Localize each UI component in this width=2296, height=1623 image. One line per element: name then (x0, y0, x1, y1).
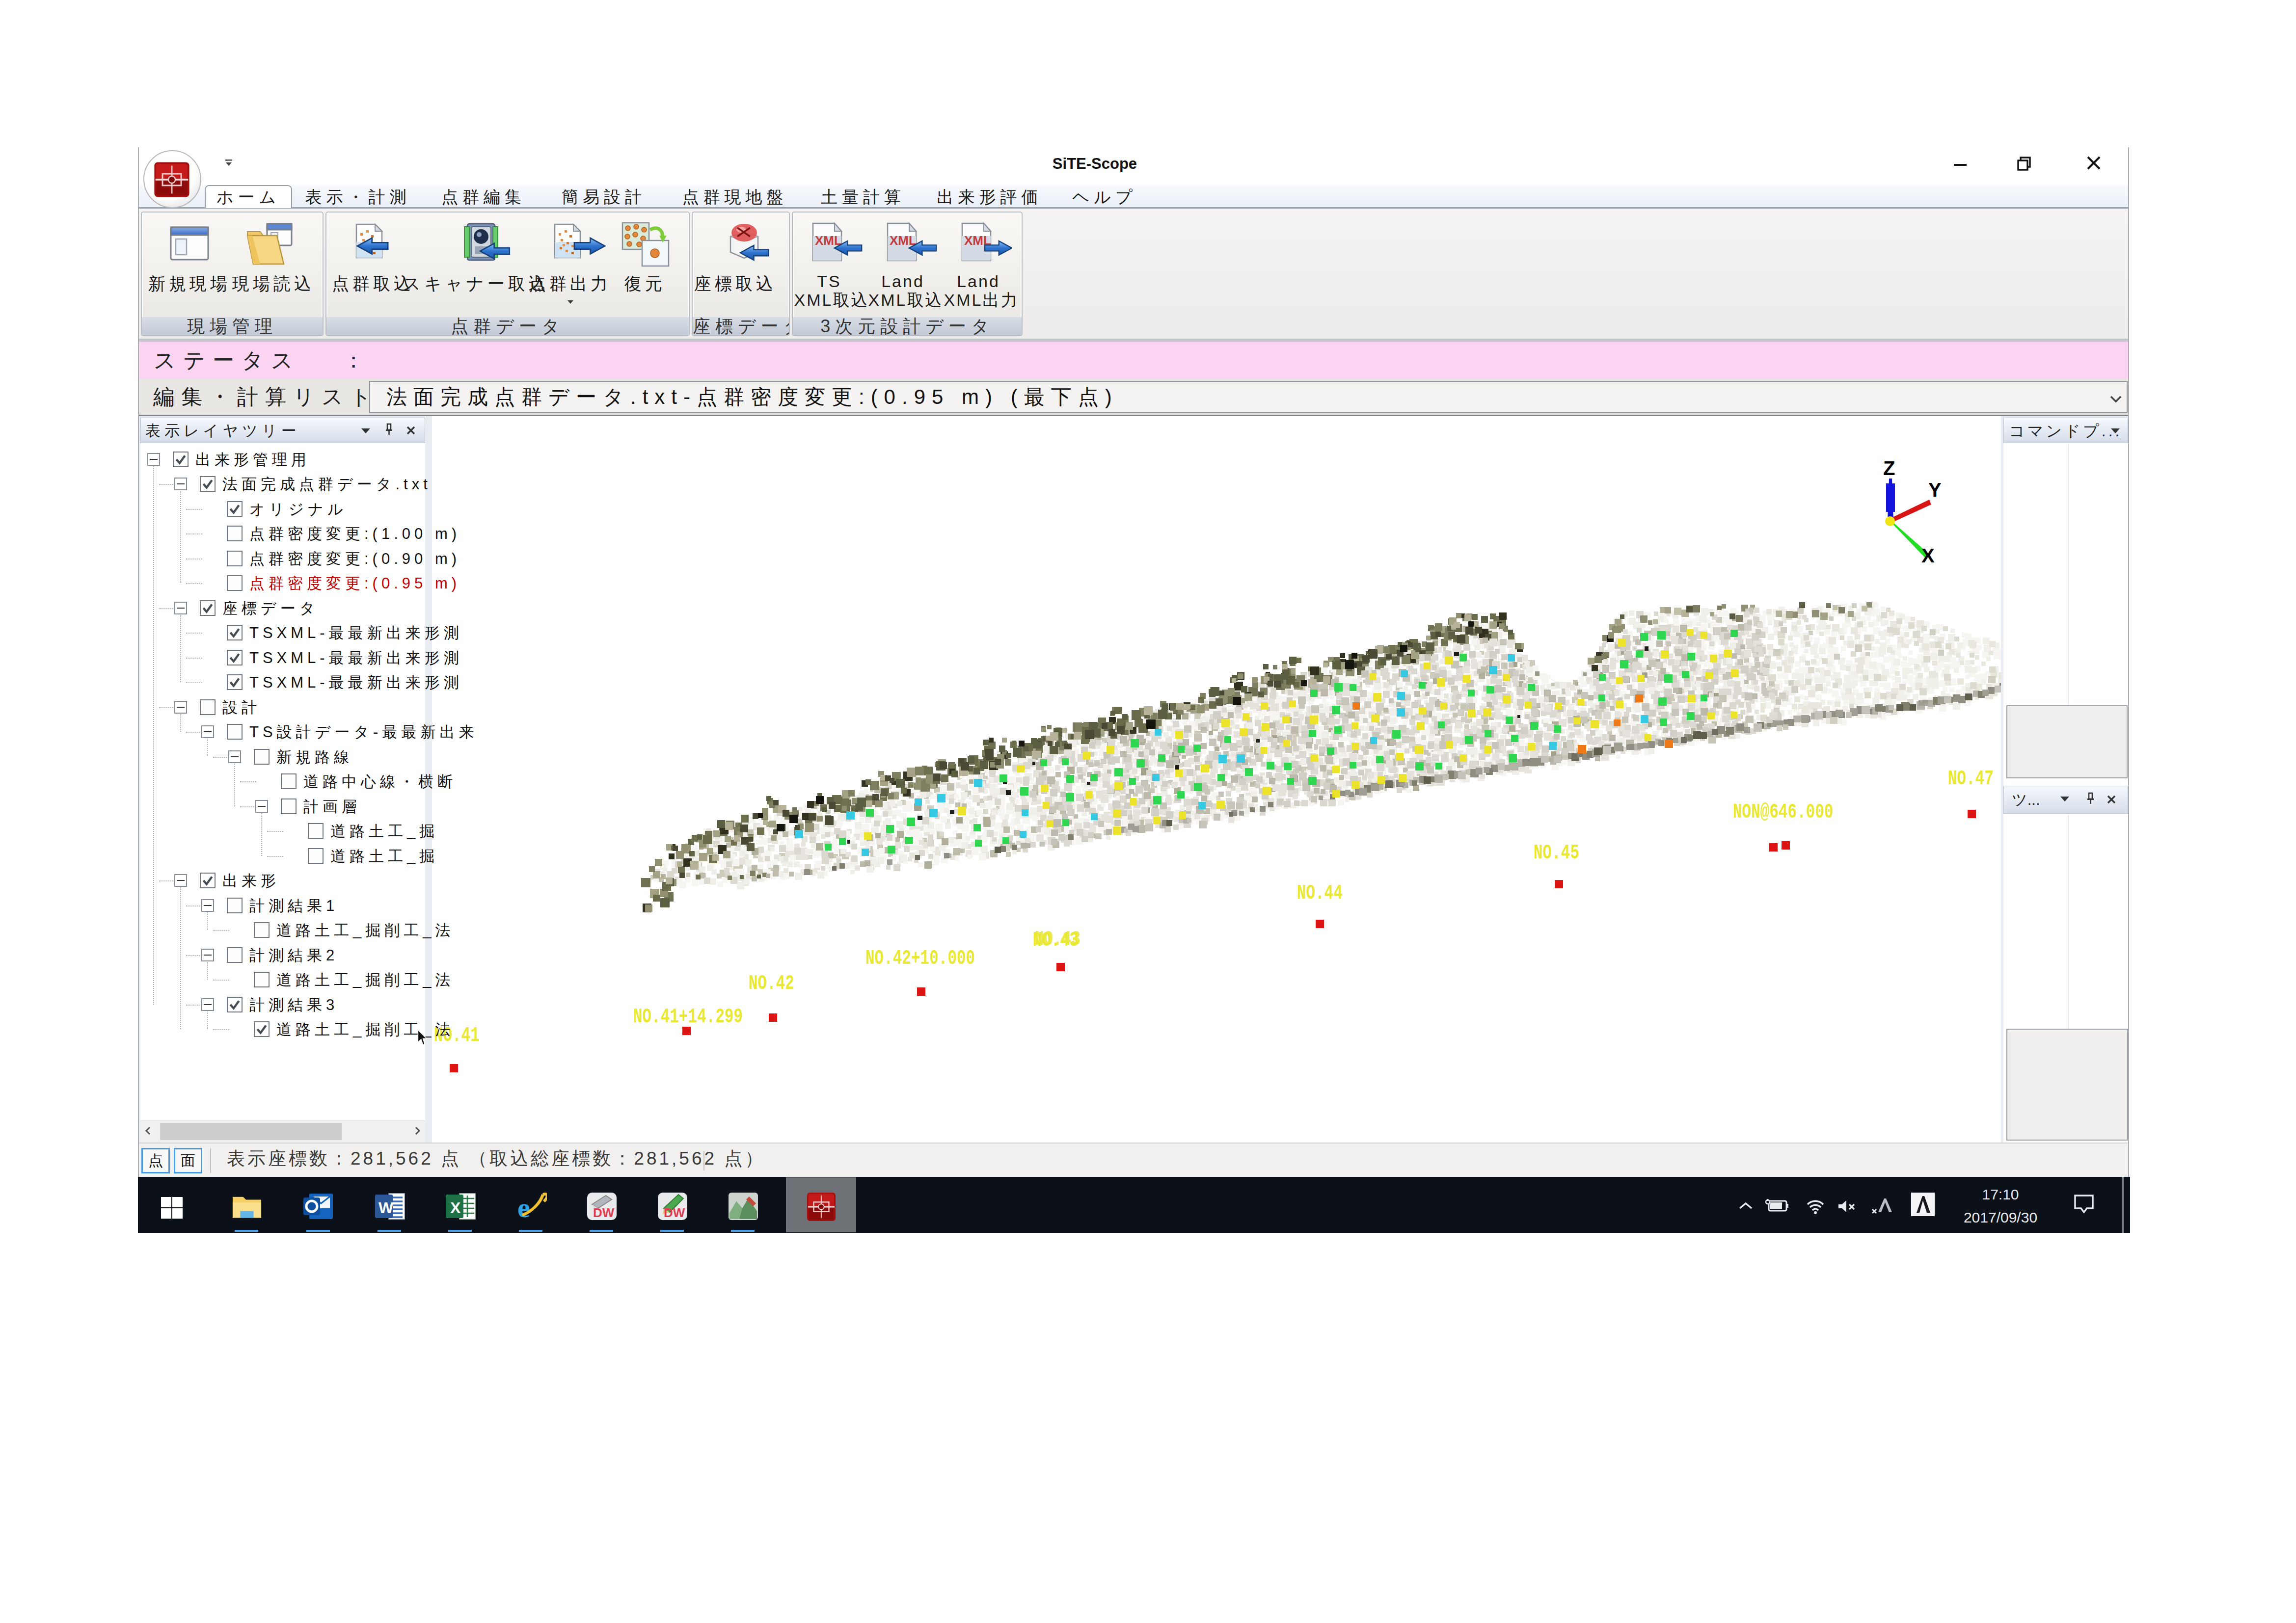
svg-text:X: X (1921, 545, 1935, 566)
svg-text:NO.44: NO.44 (1297, 881, 1343, 905)
svg-text:NO.47: NO.47 (1948, 767, 1994, 790)
svg-text:e: e (517, 1192, 530, 1221)
svg-text:NO.41+14.299: NO.41+14.299 (633, 1005, 743, 1028)
svg-text:NO.42: NO.42 (749, 971, 794, 995)
svg-text:W: W (378, 1199, 394, 1217)
svg-text:Z: Z (1883, 457, 1895, 479)
svg-text:NO.45: NO.45 (1534, 841, 1579, 864)
svg-text:NON@646.000: NON@646.000 (1733, 800, 1834, 824)
svg-text:NO.42+10.000: NO.42+10.000 (865, 946, 975, 970)
svg-text:NO.43: NO.43 (1035, 927, 1080, 951)
svg-text:Y: Y (1928, 479, 1942, 501)
svg-text:X: X (450, 1199, 461, 1217)
svg-text:DW: DW (664, 1205, 685, 1220)
svg-text:DW: DW (593, 1205, 615, 1220)
